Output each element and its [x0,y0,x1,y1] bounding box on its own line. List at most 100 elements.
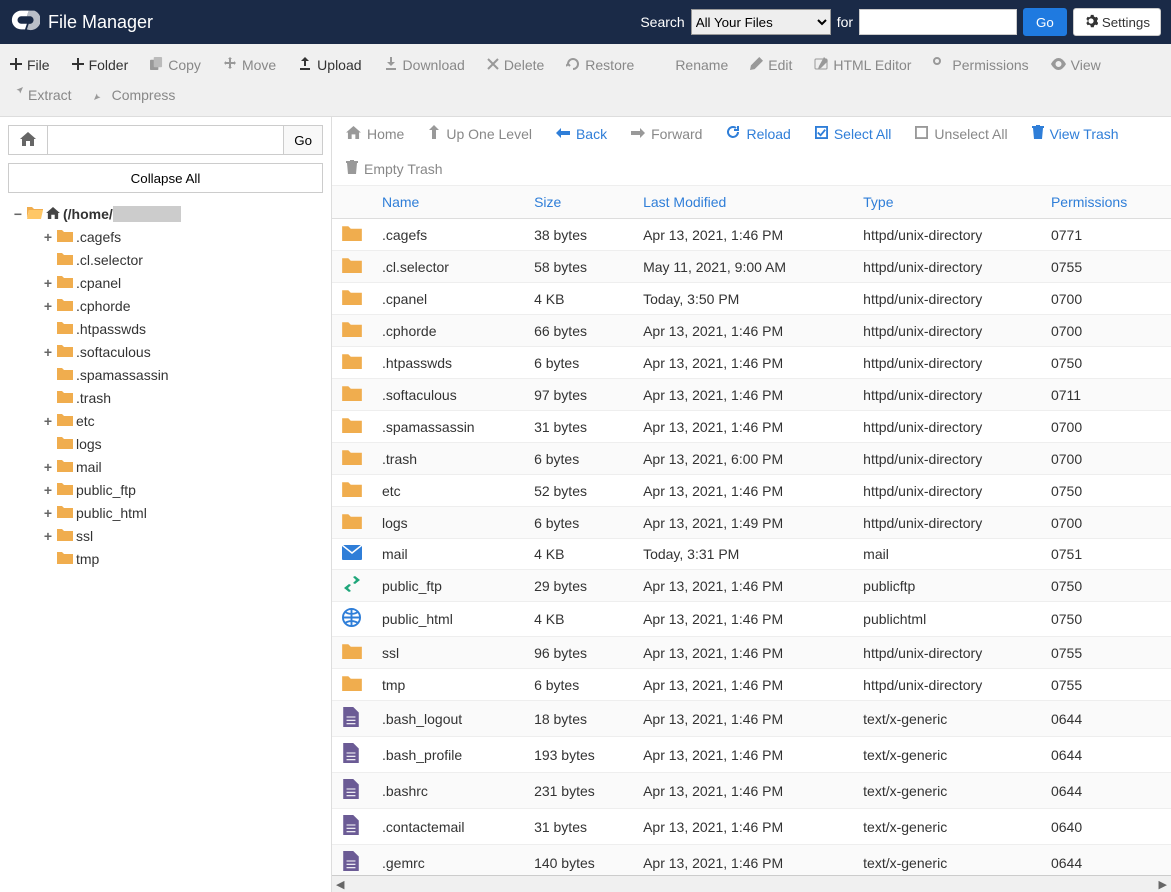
table-row[interactable]: .gemrc140 bytesApr 13, 2021, 1:46 PMtext… [332,845,1171,876]
move-button[interactable]: Move [223,50,276,80]
permissions-button[interactable]: Permissions [933,50,1028,80]
col-name[interactable]: Name [372,186,524,219]
file-table-wrap[interactable]: Name Size Last Modified Type Permissions… [332,186,1171,875]
path-input[interactable] [48,125,284,155]
html-editor-icon [814,57,828,74]
table-row[interactable]: ssl96 bytesApr 13, 2021, 1:46 PMhttpd/un… [332,637,1171,669]
nav-empty-trash-button[interactable]: Empty Trash [346,160,443,177]
table-row[interactable]: .contactemail31 bytesApr 13, 2021, 1:46 … [332,809,1171,845]
table-row[interactable]: .trash6 bytesApr 13, 2021, 6:00 PMhttpd/… [332,443,1171,475]
edit-button[interactable]: Edit [750,50,792,80]
tree-item[interactable]: .spamassassin [8,364,323,387]
cell-permissions: 0771 [1041,219,1171,251]
table-row[interactable]: .spamassassin31 bytesApr 13, 2021, 1:46 … [332,411,1171,443]
restore-button[interactable]: Restore [566,50,634,80]
new-folder-button[interactable]: Folder [72,50,129,80]
search-scope-select[interactable]: All Your Files [691,9,831,35]
table-row[interactable]: etc52 bytesApr 13, 2021, 1:46 PMhttpd/un… [332,475,1171,507]
row-icon [332,773,372,809]
tree-item[interactable]: +etc [8,410,323,433]
tree-item[interactable]: logs [8,433,323,456]
tree-item-label: .cphorde [76,295,130,318]
tree-item[interactable]: +public_html [8,502,323,525]
expand-icon[interactable]: + [42,341,54,364]
expand-icon[interactable]: + [42,295,54,318]
expand-icon[interactable]: + [42,410,54,433]
rename-button[interactable]: Rename [656,50,728,80]
nav-back-button[interactable]: Back [556,125,607,142]
expand-icon[interactable]: + [42,456,54,479]
horizontal-scrollbar[interactable]: ◀▶ [332,875,1171,892]
tree-item[interactable]: +.cpanel [8,272,323,295]
col-size[interactable]: Size [524,186,633,219]
tree-item[interactable]: +ssl [8,525,323,548]
table-row[interactable]: .bash_profile193 bytesApr 13, 2021, 1:46… [332,737,1171,773]
cell-size: 193 bytes [524,737,633,773]
table-row[interactable]: .bashrc231 bytesApr 13, 2021, 1:46 PMtex… [332,773,1171,809]
collapse-icon[interactable]: − [12,203,24,226]
compress-button[interactable]: Compress [94,80,176,110]
sidebar-home-button[interactable] [8,125,48,155]
copy-button[interactable]: Copy [150,50,201,80]
cell-name: .cphorde [372,315,524,347]
new-file-button[interactable]: File [10,50,50,80]
table-row[interactable]: public_ftp29 bytesApr 13, 2021, 1:46 PMp… [332,570,1171,602]
col-type[interactable]: Type [853,186,1041,219]
table-row[interactable]: .bash_logout18 bytesApr 13, 2021, 1:46 P… [332,701,1171,737]
table-row[interactable]: .cpanel4 KBToday, 3:50 PMhttpd/unix-dire… [332,283,1171,315]
sidebar-go-button[interactable]: Go [284,125,323,155]
row-icon [332,251,372,283]
expand-icon[interactable]: + [42,502,54,525]
nav-view-trash-button[interactable]: View Trash [1032,125,1119,142]
nav-select-all-button[interactable]: Select All [815,125,892,142]
tree-item[interactable]: .htpasswds [8,318,323,341]
tree-item[interactable]: + .cphorde [8,295,323,318]
scroll-left-icon[interactable]: ◀ [336,878,344,891]
settings-button[interactable]: Settings [1073,8,1161,36]
table-row[interactable]: .htpasswds6 bytesApr 13, 2021, 1:46 PMht… [332,347,1171,379]
tree-item[interactable]: .cl.selector [8,249,323,272]
cell-name: tmp [372,669,524,701]
table-row[interactable]: .softaculous97 bytesApr 13, 2021, 1:46 P… [332,379,1171,411]
delete-button[interactable]: Delete [487,50,544,80]
table-row[interactable]: .cphorde66 bytesApr 13, 2021, 1:46 PMhtt… [332,315,1171,347]
upload-button[interactable]: Upload [298,50,361,80]
row-icon [332,637,372,669]
search-go-button[interactable]: Go [1023,8,1067,36]
nav-home-button[interactable]: Home [346,125,404,142]
tree-item[interactable]: .trash [8,387,323,410]
table-row[interactable]: mail4 KBToday, 3:31 PMmail0751 [332,539,1171,570]
html-editor-button[interactable]: HTML Editor [814,50,911,80]
download-button[interactable]: Download [384,50,465,80]
table-row[interactable]: .cagefs38 bytesApr 13, 2021, 1:46 PMhttp… [332,219,1171,251]
tree-item[interactable]: +mail [8,456,323,479]
view-button[interactable]: View [1051,50,1101,80]
nav-up-button[interactable]: Up One Level [428,125,532,142]
table-row[interactable]: tmp6 bytesApr 13, 2021, 1:46 PMhttpd/uni… [332,669,1171,701]
search-input[interactable] [859,9,1017,35]
nav-unselect-all-button[interactable]: Unselect All [915,125,1007,142]
table-row[interactable]: logs6 bytesApr 13, 2021, 1:49 PMhttpd/un… [332,507,1171,539]
col-modified[interactable]: Last Modified [633,186,853,219]
expand-icon[interactable]: + [42,226,54,249]
nav-reload-button[interactable]: Reload [726,125,790,142]
table-row[interactable]: .cl.selector58 bytesMay 11, 2021, 9:00 A… [332,251,1171,283]
col-permissions[interactable]: Permissions [1041,186,1171,219]
extract-button[interactable]: Extract [10,80,72,110]
scroll-right-icon[interactable]: ▶ [1159,878,1167,891]
row-icon [332,539,372,570]
tree-item[interactable]: tmp [8,548,323,571]
col-icon[interactable] [332,186,372,219]
tree-item[interactable]: +.softaculous [8,341,323,364]
tree-item[interactable]: +.cagefs [8,226,323,249]
cell-modified: Today, 3:31 PM [633,539,853,570]
nav-forward-button[interactable]: Forward [631,125,702,142]
expand-icon[interactable]: + [42,479,54,502]
tree-item[interactable]: +public_ftp [8,479,323,502]
folder-icon [57,410,73,433]
tree-root[interactable]: − (/home/x [8,203,323,226]
expand-icon[interactable]: + [42,272,54,295]
collapse-all-button[interactable]: Collapse All [8,163,323,193]
table-row[interactable]: public_html4 KBApr 13, 2021, 1:46 PMpubl… [332,602,1171,637]
expand-icon[interactable]: + [42,525,54,548]
